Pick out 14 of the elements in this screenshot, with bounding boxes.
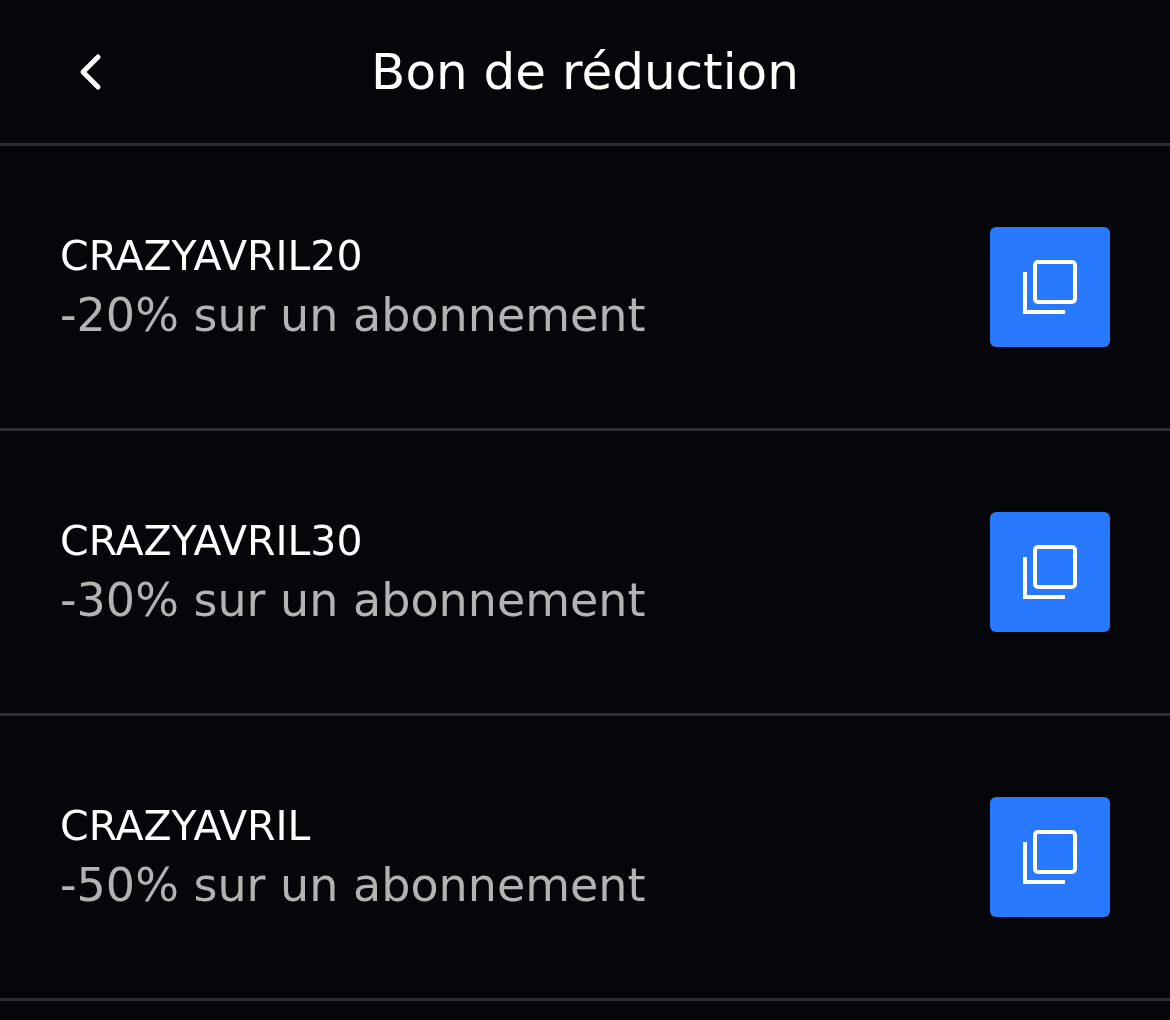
- coupon-code: CRAZYAVRIL20: [60, 232, 364, 280]
- coupon-description: -20% sur un abonnement: [60, 288, 646, 342]
- coupon-code: CRAZYAVRIL30: [60, 517, 364, 565]
- copy-button[interactable]: [990, 797, 1110, 917]
- coupon-description: -30% sur un abonnement: [60, 573, 646, 627]
- chevron-left-icon: [78, 53, 102, 91]
- page-title: Bon de réduction: [371, 42, 799, 101]
- copy-icon: [1021, 828, 1079, 886]
- copy-icon: [1021, 543, 1079, 601]
- copy-icon: [1021, 258, 1079, 316]
- coupon-code: CRAZYAVRIL: [60, 802, 312, 850]
- copy-button[interactable]: [990, 512, 1110, 632]
- copy-button[interactable]: [990, 227, 1110, 347]
- coupon-description: -50% sur un abonnement: [60, 858, 646, 912]
